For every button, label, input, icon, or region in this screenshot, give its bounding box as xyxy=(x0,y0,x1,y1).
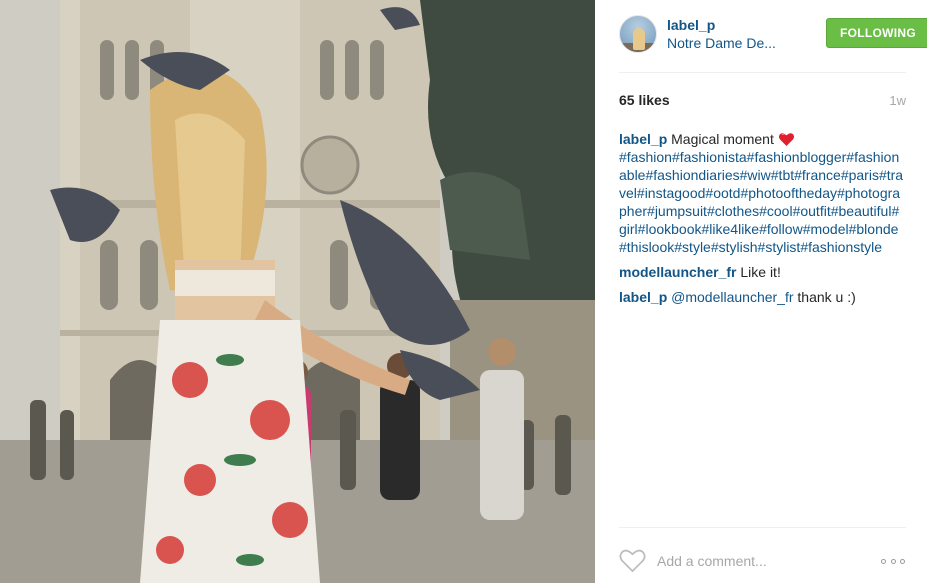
hashtag-link[interactable]: #beautiful xyxy=(831,203,892,219)
hashtag-link[interactable]: #fashionista xyxy=(672,149,747,165)
hashtag-link[interactable]: #model xyxy=(803,221,849,237)
more-dot xyxy=(890,558,896,564)
hashtag-link[interactable]: #follow xyxy=(759,221,803,237)
hashtag-link[interactable]: #stylish xyxy=(711,239,758,255)
hashtag-link[interactable]: #paris xyxy=(841,167,879,183)
hashtag-link[interactable]: #blonde xyxy=(849,221,899,237)
photo-illustration xyxy=(0,0,595,583)
comment-item: label_p @modellauncher_fr thank u :) xyxy=(619,288,906,306)
hashtag-link[interactable]: #fashionblogger xyxy=(747,149,847,165)
comments-list: label_p Magical moment #fashion#fashioni… xyxy=(619,130,906,313)
reply-comments: modellauncher_fr Like it! label_p @modell… xyxy=(619,263,906,306)
hashtag-link[interactable]: #jumpsuit xyxy=(647,203,707,219)
footer-divider xyxy=(619,527,906,528)
post-details-panel: label_p Notre Dame De... FOLLOWING 65 li… xyxy=(595,0,927,583)
header-divider xyxy=(619,72,906,73)
location-link[interactable]: Notre Dame De... xyxy=(667,35,785,51)
comment-input[interactable] xyxy=(657,550,867,572)
following-button[interactable]: FOLLOWING xyxy=(826,18,927,48)
hashtag-link[interactable]: #stylist xyxy=(758,239,801,255)
caption-comment: label_p Magical moment #fashion#fashioni… xyxy=(619,130,906,256)
likes-row: 65 likes 1w xyxy=(619,92,906,112)
post-header: label_p Notre Dame De... FOLLOWING xyxy=(619,15,927,55)
hashtag-link[interactable]: #tbt xyxy=(771,167,794,183)
hashtag-link[interactable]: #fashion xyxy=(619,149,672,165)
red-heart-emoji-icon xyxy=(778,133,794,146)
hashtag-link[interactable]: #thislook xyxy=(619,239,674,255)
hashtag-link[interactable]: #outfit xyxy=(793,203,831,219)
caption-username[interactable]: label_p xyxy=(619,131,667,147)
comment-text: Like it! xyxy=(740,264,781,280)
hashtag-link[interactable]: #lookbook xyxy=(638,221,702,237)
hashtag-link[interactable]: #ootd xyxy=(705,185,740,201)
hashtag-link[interactable]: #clothes xyxy=(707,203,759,219)
hashtag-link[interactable]: #style xyxy=(674,239,711,255)
caption-hashtags: #fashion#fashionista#fashionblogger #fash… xyxy=(619,149,903,255)
username-link[interactable]: label_p xyxy=(667,17,715,33)
hashtag-link[interactable]: #instagood xyxy=(637,185,706,201)
hashtag-link[interactable]: #fashiondiaries xyxy=(645,167,739,183)
hashtag-link[interactable]: #france xyxy=(794,167,841,183)
comment-text: thank u :) xyxy=(797,289,856,305)
comment-mention[interactable]: @modellauncher_fr xyxy=(671,289,793,305)
hashtag-link[interactable]: #photooftheday xyxy=(740,185,837,201)
hashtag-link[interactable]: #wiw xyxy=(740,167,771,183)
avatar-figure xyxy=(633,28,645,50)
hashtag-link[interactable]: #fashionstyle xyxy=(800,239,882,255)
post-photo[interactable] xyxy=(0,0,595,583)
avatar[interactable] xyxy=(619,15,657,53)
heart-outline-icon[interactable] xyxy=(619,548,646,573)
more-dot xyxy=(881,558,886,564)
post-footer xyxy=(619,544,906,578)
comment-username[interactable]: modellauncher_fr xyxy=(619,264,736,280)
hashtag-link[interactable]: #cool xyxy=(759,203,792,219)
more-dot xyxy=(900,558,905,564)
likes-count[interactable]: 65 likes xyxy=(619,92,670,108)
caption-text: Magical moment xyxy=(671,131,774,147)
comment-item: modellauncher_fr Like it! xyxy=(619,263,906,281)
hashtag-link[interactable]: #like4like xyxy=(702,221,760,237)
comment-username[interactable]: label_p xyxy=(619,289,667,305)
post-time[interactable]: 1w xyxy=(889,93,906,108)
more-options-icon[interactable] xyxy=(880,552,906,570)
